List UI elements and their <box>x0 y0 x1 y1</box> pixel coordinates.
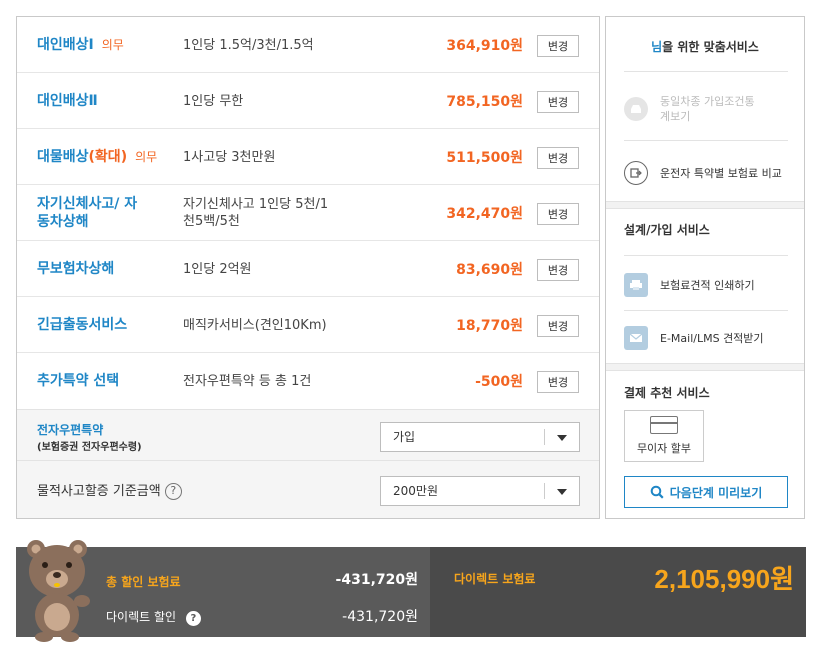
coverage-panel: 대인배상Ⅰ 의무 1인당 1.5억/3천/1.5억 364,910원 변경 대인… <box>16 16 600 519</box>
coverage-price: 364,910원 <box>446 38 523 54</box>
coverage-price: -500원 <box>475 374 523 390</box>
change-button[interactable]: 변경 <box>537 315 579 337</box>
print-quote-link[interactable]: 보험료견적 인쇄하기 <box>624 265 790 305</box>
help-icon[interactable]: ? <box>164 483 182 500</box>
change-button[interactable]: 변경 <box>537 371 579 393</box>
email-option-subtitle: (보험증권 전자우편수령) <box>37 442 142 453</box>
coverage-price: 511,500원 <box>446 150 523 166</box>
credit-card-icon <box>650 416 678 434</box>
coverage-row-property-damage: 대물배상 (확대) 의무 1사고당 3천만원 511,500원 변경 <box>17 129 599 185</box>
change-button[interactable]: 변경 <box>537 259 579 281</box>
direct-premium-section: 다이렉트 보험료 2,105,990원 <box>430 547 806 637</box>
side-item-label: 동일차종 가입조건통계보기 <box>660 95 755 123</box>
coverage-row-emergency: 긴급출동서비스 매직카서비스(견인10Km) 18,770원 변경 <box>17 297 599 353</box>
email-option-row: 전자우편특약 (보험증권 전자우편수령) 가입 <box>17 409 599 461</box>
required-badge: 의무 <box>101 38 124 52</box>
preview-label: 다음단계 미리보기 <box>669 485 763 500</box>
coverage-desc: 1사고당 3천만원 <box>183 149 276 165</box>
coverage-name: 대물배상 <box>37 149 89 165</box>
property-option-label: 물적사고할증 기준금액 <box>37 484 161 499</box>
coverage-desc: 자기신체사고 1인당 5천/1천5백/5천 <box>183 197 329 229</box>
coverage-row-additional: 추가특약 선택 전자우편특약 등 총 1건 -500원 변경 <box>17 353 599 409</box>
direct-discount-label: 다이렉트 할인 <box>106 610 177 624</box>
coverage-row-bodily-injury-2: 대인배상Ⅱ 1인당 무한 785,150원 변경 <box>17 73 599 129</box>
chevron-down-icon <box>557 435 567 441</box>
direct-premium-value: 2,105,990원 <box>654 564 794 594</box>
next-step-preview-button[interactable]: 다음단계 미리보기 <box>624 476 788 508</box>
property-option-row: 물적사고할증 기준금액? 200만원 <box>17 461 599 518</box>
side-title: 님을 위한 맞춤서비스 <box>651 40 759 54</box>
coverage-desc: 매직카서비스(견인10Km) <box>183 317 327 333</box>
coverage-row-uninsured: 무보험차상해 1인당 2억원 83,690원 변경 <box>17 241 599 297</box>
driver-rider-compare-link[interactable]: 운전자 특약별 보험료 비교 <box>624 153 790 193</box>
search-icon <box>650 485 664 499</box>
email-option-select[interactable]: 가입 <box>380 422 580 452</box>
email-quote-link[interactable]: E-Mail/LMS 견적받기 <box>624 318 790 358</box>
change-button[interactable]: 변경 <box>537 35 579 57</box>
select-value: 가입 <box>393 430 416 444</box>
coverage-row-bodily-injury-1: 대인배상Ⅰ 의무 1인당 1.5억/3천/1.5억 364,910원 변경 <box>17 17 599 73</box>
coverage-name: 추가특약 선택 <box>37 373 120 389</box>
help-icon[interactable]: ? <box>185 611 201 626</box>
coverage-price: 342,470원 <box>446 206 523 222</box>
select-value: 200만원 <box>393 484 438 498</box>
mail-icon <box>624 326 648 350</box>
bear-mascot-icon <box>27 540 90 642</box>
printer-icon <box>624 273 648 297</box>
premium-summary-bar: 총 할인 보험료 -431,720원 다이렉트 할인 ? -431,720원 다… <box>16 540 806 642</box>
coverage-name: 긴급출동서비스 <box>37 317 128 333</box>
coverage-desc: 1인당 무한 <box>183 93 244 109</box>
side-item-label: 운전자 특약별 보험료 비교 <box>660 166 782 180</box>
coverage-desc: 1인당 1.5억/3천/1.5억 <box>183 37 314 53</box>
coverage-desc: 1인당 2억원 <box>183 261 252 277</box>
change-button[interactable]: 변경 <box>537 147 579 169</box>
coverage-price: 785,150원 <box>446 94 523 110</box>
coverage-name-extra: (확대) <box>88 149 128 165</box>
side-service-panel: 님을 위한 맞춤서비스 동일차종 가입조건통계보기 운전자 특약별 보험료 비교… <box>605 16 805 519</box>
change-button[interactable]: 변경 <box>537 203 579 225</box>
coverage-row-self-injury: 자기신체사고/ 자동차상해 자기신체사고 1인당 5천/1천5백/5천 342,… <box>17 185 599 241</box>
coverage-name: 무보험차상해 <box>37 261 115 277</box>
coverage-name: 자기신체사고/ 자동차상해 <box>37 196 138 230</box>
payment-section-title: 결제 추천 서비스 <box>624 386 710 400</box>
installment-label: 무이자 할부 <box>636 442 692 455</box>
total-discount-value: -431,720원 <box>335 572 418 588</box>
change-button[interactable]: 변경 <box>537 91 579 113</box>
direct-discount-value: -431,720원 <box>342 609 418 625</box>
total-discount-label: 총 할인 보험료 <box>106 575 181 589</box>
property-option-select[interactable]: 200만원 <box>380 476 580 506</box>
coverage-name: 대인배상Ⅱ <box>37 93 98 109</box>
car-icon <box>624 97 648 121</box>
coverage-name: 대인배상Ⅰ <box>37 37 94 53</box>
design-section-title: 설계/가입 서비스 <box>624 223 710 237</box>
required-badge: 의무 <box>135 150 158 164</box>
compare-icon <box>624 161 648 185</box>
direct-premium-label: 다이렉트 보험료 <box>454 572 536 586</box>
installment-button[interactable]: 무이자 할부 <box>624 410 704 462</box>
coverage-price: 18,770원 <box>456 318 523 334</box>
email-option-title: 전자우편특약 <box>37 423 104 437</box>
side-item-label: 보험료견적 인쇄하기 <box>660 278 755 292</box>
chevron-down-icon <box>557 489 567 495</box>
coverage-price: 83,690원 <box>456 262 523 278</box>
same-car-stats-link[interactable]: 동일차종 가입조건통계보기 <box>624 89 790 129</box>
side-item-label: E-Mail/LMS 견적받기 <box>660 331 764 345</box>
coverage-desc: 전자우편특약 등 총 1건 <box>183 373 312 389</box>
